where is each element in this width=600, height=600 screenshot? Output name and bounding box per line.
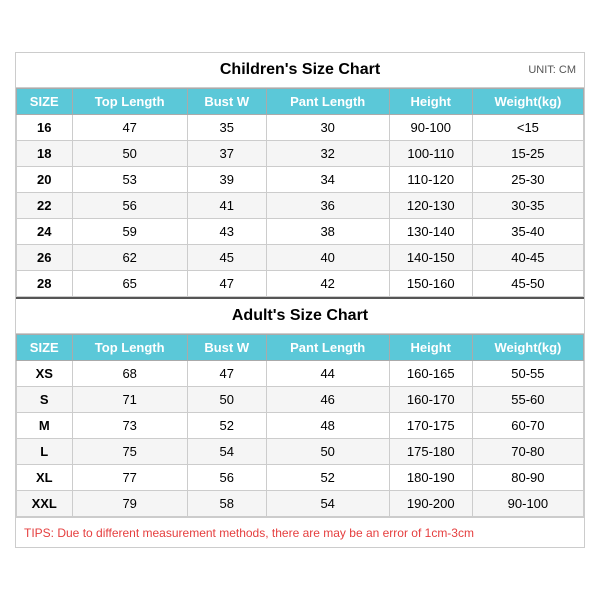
table-row: 22564136120-13030-35 [17,193,584,219]
children-title-row: Children's Size Chart UNIT: CM [16,53,584,88]
table-row: L755450175-18070-80 [17,439,584,465]
table-row: 28654742150-16045-50 [17,271,584,297]
table-row: 1647353090-100<15 [17,115,584,141]
table-row: XS684744160-16550-55 [17,361,584,387]
table-row: 26624540140-15040-45 [17,245,584,271]
children-col-size: SIZE [17,89,73,115]
table-row: 24594338130-14035-40 [17,219,584,245]
adult-col-pantlength: Pant Length [266,335,389,361]
tips-row: TIPS: Due to different measurement metho… [16,517,584,547]
children-col-toplength: Top Length [72,89,187,115]
adult-title-row: Adult's Size Chart [16,297,584,334]
table-row: XL775652180-19080-90 [17,465,584,491]
children-table: SIZE Top Length Bust W Pant Length Heigh… [16,88,584,297]
unit-label: UNIT: CM [528,64,576,76]
adult-col-weight: Weight(kg) [472,335,583,361]
adult-chart-title: Adult's Size Chart [232,307,368,325]
table-row: M735248170-17560-70 [17,413,584,439]
children-col-bustw: Bust W [187,89,266,115]
adult-table: SIZE Top Length Bust W Pant Length Heigh… [16,334,584,517]
table-row: 20533934110-12025-30 [17,167,584,193]
adult-header-row: SIZE Top Length Bust W Pant Length Heigh… [17,335,584,361]
size-chart-container: Children's Size Chart UNIT: CM SIZE Top … [15,52,585,548]
children-col-pantlength: Pant Length [266,89,389,115]
children-col-height: Height [389,89,472,115]
table-row: XXL795854190-20090-100 [17,491,584,517]
tips-text: TIPS: Due to different measurement metho… [24,526,474,540]
adult-col-size: SIZE [17,335,73,361]
children-col-weight: Weight(kg) [472,89,583,115]
children-header-row: SIZE Top Length Bust W Pant Length Heigh… [17,89,584,115]
children-chart-title: Children's Size Chart [220,61,380,79]
table-row: S715046160-17055-60 [17,387,584,413]
adult-col-height: Height [389,335,472,361]
adult-col-bustw: Bust W [187,335,266,361]
adult-col-toplength: Top Length [72,335,187,361]
table-row: 18503732100-11015-25 [17,141,584,167]
